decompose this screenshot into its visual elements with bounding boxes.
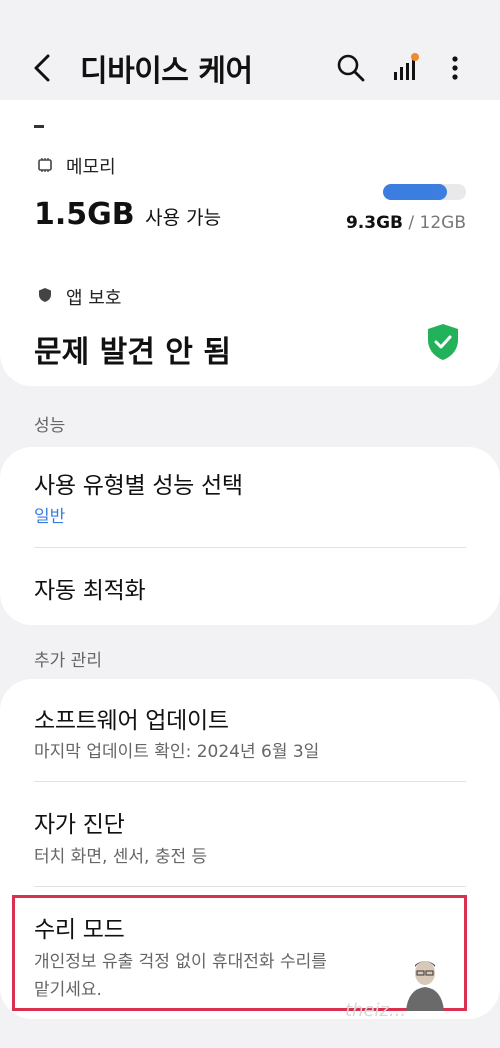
search-icon[interactable] bbox=[334, 50, 368, 86]
memory-progress-fill bbox=[383, 184, 448, 200]
memory-progress-track bbox=[383, 184, 466, 200]
watermark-text: theiz... bbox=[345, 1000, 407, 1021]
self-diagnosis-title: 자가 진단 bbox=[34, 812, 125, 838]
memory-used: 9.3GB bbox=[345, 213, 403, 233]
app-protection-label: 앱 보호 bbox=[66, 288, 122, 309]
page-title: 디바이스 케어 bbox=[80, 54, 253, 89]
scroll-hint bbox=[34, 125, 44, 128]
back-arrow-icon[interactable] bbox=[28, 50, 58, 86]
memory-usage: 9.3GB / 12GB bbox=[346, 213, 466, 233]
section-title-additional: 추가 관리 bbox=[34, 651, 102, 671]
section-title-performance: 성능 bbox=[34, 416, 66, 436]
watermark-avatar-icon bbox=[406, 961, 444, 1011]
memory-value: 1.5GB bbox=[34, 197, 135, 232]
self-diagnosis-sub: 터치 화면, 센서, 충전 등 bbox=[34, 847, 208, 867]
more-options-icon[interactable] bbox=[438, 50, 472, 86]
memory-total: 12GB bbox=[419, 213, 466, 233]
memory-separator: / bbox=[408, 213, 415, 233]
software-update-sub: 마지막 업데이트 확인: 2024년 6월 3일 bbox=[34, 742, 320, 762]
app-protection-status: 문제 발견 안 됨 bbox=[34, 335, 231, 370]
memory-chip-icon bbox=[38, 158, 52, 172]
app-header: 디바이스 케어 bbox=[0, 0, 500, 112]
shield-check-icon bbox=[428, 324, 458, 360]
notification-badge bbox=[411, 53, 419, 61]
memory-available-label: 사용 가능 bbox=[145, 207, 222, 229]
performance-mode-value: 일반 bbox=[34, 507, 66, 527]
performance-mode-title: 사용 유형별 성능 선택 bbox=[34, 473, 243, 499]
highlight-box bbox=[12, 895, 467, 1011]
signal-bars-icon[interactable] bbox=[390, 50, 424, 86]
memory-available: 1.5GB 사용 가능 bbox=[34, 197, 221, 232]
memory-label: 메모리 bbox=[66, 157, 116, 178]
auto-optimize-title: 자동 최적화 bbox=[34, 578, 146, 604]
software-update-title: 소프트웨어 업데이트 bbox=[34, 708, 229, 734]
shield-small-icon bbox=[39, 288, 51, 302]
